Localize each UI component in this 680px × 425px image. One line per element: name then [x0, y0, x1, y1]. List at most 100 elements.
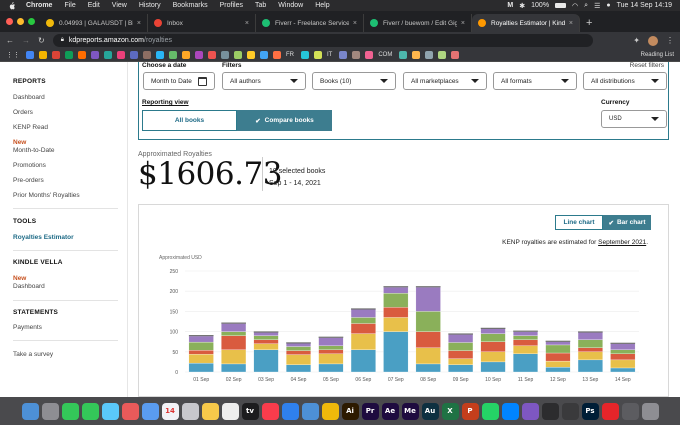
browser-tab[interactable]: Fiverr / buewom / Edit Gig × — [364, 14, 472, 32]
bookmark-favicon-icon[interactable] — [143, 51, 151, 59]
dock-app-icon[interactable] — [321, 402, 339, 420]
sidebar-item-orders[interactable]: Orders — [13, 109, 33, 116]
dock-app-icon[interactable] — [81, 402, 99, 420]
take-a-survey-link[interactable]: Take a survey — [13, 351, 53, 358]
dock-app-icon[interactable]: 14 — [161, 402, 179, 420]
bookmark-favicon-icon[interactable] — [78, 51, 86, 59]
forward-arrow-icon[interactable]: → — [22, 36, 30, 45]
bookmark-favicon-icon[interactable] — [195, 51, 203, 59]
date-picker[interactable]: Month to Date — [143, 72, 215, 90]
dock-app-icon[interactable] — [501, 402, 519, 420]
bookmark-favicon-icon[interactable] — [425, 51, 434, 59]
menu-window[interactable]: Window — [278, 2, 303, 9]
dock-app-icon[interactable]: X — [441, 402, 459, 420]
dock-app-icon[interactable] — [301, 402, 319, 420]
bookmark-favicon-icon[interactable] — [438, 51, 447, 59]
profile-avatar[interactable] — [648, 35, 658, 46]
bookmark-favicon-icon[interactable] — [182, 51, 190, 59]
bookmark-favicon-icon[interactable] — [399, 51, 408, 59]
minimize-window-button[interactable] — [17, 18, 24, 25]
bookmark-favicon-icon[interactable] — [26, 51, 34, 59]
address-bar[interactable]: 🔒︎ kdpreports.amazon.com /royalties — [52, 34, 593, 47]
dock-app-icon[interactable] — [281, 402, 299, 420]
distributions-dropdown[interactable]: All distributions — [583, 72, 667, 90]
bookmark-favicon-icon[interactable] — [352, 51, 361, 59]
dock-app-icon[interactable] — [261, 402, 279, 420]
bookmark-favicon-icon[interactable] — [247, 51, 255, 59]
dock-app-icon[interactable]: tv — [241, 402, 259, 420]
menu-bookmarks[interactable]: Bookmarks — [173, 2, 208, 9]
bookmark-favicon-icon[interactable] — [273, 51, 281, 59]
all-books-toggle[interactable]: All books — [142, 110, 237, 131]
apple-icon[interactable] — [8, 1, 16, 10]
bookmark-favicon-icon[interactable] — [117, 51, 125, 59]
sidebar-item-dashboard[interactable]: Dashboard — [13, 94, 45, 101]
menu-edit[interactable]: Edit — [88, 2, 100, 9]
bookmark-favicon-icon[interactable] — [39, 51, 47, 59]
dock-app-icon[interactable] — [641, 402, 659, 420]
close-window-button[interactable] — [6, 18, 13, 25]
dock-app-icon[interactable]: Ai — [341, 402, 359, 420]
menu-file[interactable]: File — [64, 2, 75, 9]
tab-close-icon[interactable]: × — [137, 20, 141, 27]
dock-app-icon[interactable] — [121, 402, 139, 420]
compare-books-toggle[interactable]: ✔ Compare books — [237, 110, 332, 131]
line-chart-button[interactable]: Line chart — [555, 215, 603, 230]
sidebar-item-vella-dashboard[interactable]: Dashboard — [13, 283, 45, 290]
bookmark-favicon-icon[interactable] — [208, 51, 216, 59]
back-arrow-icon[interactable]: ← — [6, 36, 14, 45]
dock-app-icon[interactable] — [521, 402, 539, 420]
extensions-icon[interactable]: ✦ — [633, 36, 640, 45]
dock-app-icon[interactable] — [41, 402, 59, 420]
sidebar-item-month-to-date[interactable]: Month-to-Date — [13, 147, 55, 154]
menu-view[interactable]: View — [112, 2, 127, 9]
bookmark-favicon-icon[interactable] — [156, 51, 164, 59]
dock-app-icon[interactable]: Me — [401, 402, 419, 420]
dock-app-icon[interactable]: Ae — [381, 402, 399, 420]
wifi-icon[interactable]: ◠ — [572, 2, 578, 10]
menu-tab[interactable]: Tab — [255, 2, 266, 9]
dock-app-icon[interactable] — [201, 402, 219, 420]
bookmark-label[interactable]: IT — [327, 52, 332, 58]
browser-tab[interactable]: 0.04993 | GALAUSDT | Binan × — [40, 14, 148, 32]
apps-grid-icon[interactable]: ⋮⋮ — [6, 51, 20, 59]
menubar-clock[interactable]: Tue 14 Sep 14:19 — [617, 2, 672, 9]
bookmark-favicon-icon[interactable] — [339, 51, 348, 59]
bookmark-favicon-icon[interactable] — [451, 51, 460, 59]
menu-history[interactable]: History — [139, 2, 161, 9]
siri-icon[interactable]: ● — [606, 2, 610, 9]
dock-app-icon[interactable]: Ps — [581, 402, 599, 420]
bookmark-favicon-icon[interactable] — [91, 51, 99, 59]
bookmark-favicon-icon[interactable] — [52, 51, 60, 59]
sidebar-item-prior-months-royalties[interactable]: Prior Months' Royalties — [13, 192, 80, 199]
sidebar-item-payments[interactable]: Payments — [13, 324, 42, 331]
books-dropdown[interactable]: Books (10) — [312, 72, 396, 90]
bookmark-favicon-icon[interactable] — [412, 51, 421, 59]
authors-dropdown[interactable]: All authors — [222, 72, 306, 90]
marketplaces-dropdown[interactable]: All marketplaces — [403, 72, 487, 90]
dock-app-icon[interactable] — [541, 402, 559, 420]
bookmark-favicon-icon[interactable] — [65, 51, 73, 59]
reading-list-button[interactable]: Reading List — [641, 52, 674, 58]
bluetooth-status-icon[interactable]: ✱ — [519, 2, 525, 10]
dock-app-icon[interactable] — [601, 402, 619, 420]
tab-close-icon[interactable]: × — [353, 20, 357, 27]
sidebar-item-royalties-estimator[interactable]: Royalties Estimator — [13, 234, 74, 241]
bar-chart-button[interactable]: ✔ Bar chart — [603, 215, 651, 230]
sidebar-item-pre-orders[interactable]: Pre-orders — [13, 177, 44, 184]
menu-dots-icon[interactable]: ⋮ — [666, 36, 674, 45]
sidebar-item-promotions[interactable]: Promotions — [13, 162, 46, 169]
battery-icon[interactable] — [555, 3, 567, 8]
currency-dropdown[interactable]: USD — [601, 110, 667, 128]
dock-app-icon[interactable] — [101, 402, 119, 420]
browser-tab[interactable]: Royalties Estimator | Kindle D × — [472, 14, 580, 32]
bookmark-favicon-icon[interactable] — [365, 51, 374, 59]
search-icon[interactable]: ⌕ — [584, 2, 588, 10]
dock-app-icon[interactable] — [221, 402, 239, 420]
battery-percentage[interactable]: 100% — [531, 2, 549, 9]
bookmark-label[interactable]: FR — [286, 52, 294, 58]
reset-filters-link[interactable]: Reset filters — [630, 62, 664, 69]
browser-tab[interactable]: Inbox × — [148, 14, 256, 32]
reload-icon[interactable]: ↻ — [38, 36, 45, 45]
menu-help[interactable]: Help — [315, 2, 329, 9]
